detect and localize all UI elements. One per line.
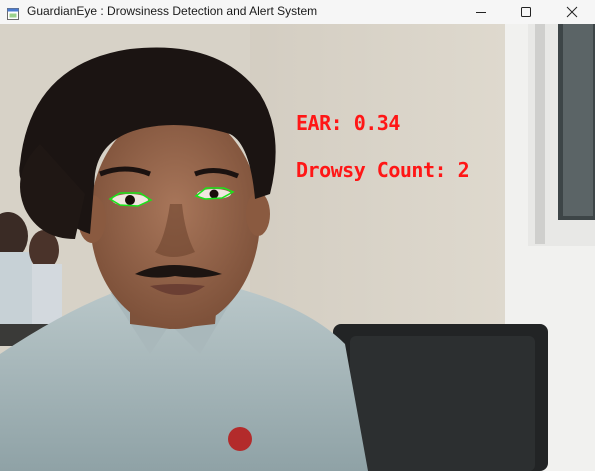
app-window-icon xyxy=(7,5,19,20)
webcam-frame-image xyxy=(0,24,595,471)
minimize-icon xyxy=(475,6,487,18)
app-window: GuardianEye : Drowsiness Detection and A… xyxy=(0,0,595,471)
minimize-button[interactable] xyxy=(458,0,504,24)
close-button[interactable] xyxy=(549,0,595,24)
maximize-button[interactable] xyxy=(503,0,549,24)
window-title: GuardianEye : Drowsiness Detection and A… xyxy=(27,4,318,18)
ear-readout: EAR: 0.34 xyxy=(296,111,400,135)
drowsy-count-readout: Drowsy Count: 2 xyxy=(296,158,470,182)
maximize-icon xyxy=(520,6,532,18)
camera-feed: EAR: 0.34 Drowsy Count: 2 xyxy=(0,24,595,471)
title-bar[interactable]: GuardianEye : Drowsiness Detection and A… xyxy=(0,0,595,24)
close-icon xyxy=(566,6,578,18)
